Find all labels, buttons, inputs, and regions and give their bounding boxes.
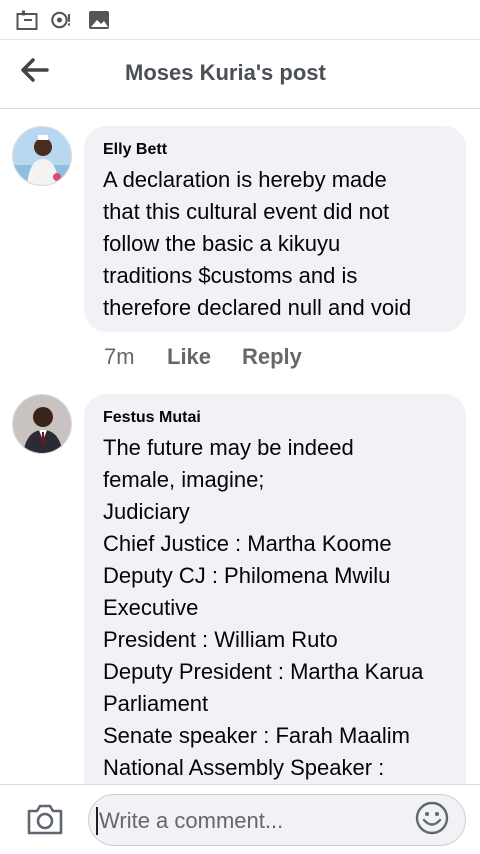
comment-text-line: National Assembly Speaker : (103, 755, 385, 780)
comment-text-line: Executive (103, 595, 199, 620)
comment-text-line: A declaration is hereby made (103, 167, 387, 192)
comment-text-line: Deputy CJ : Philomena Mwilu (103, 563, 391, 588)
comment-text-line: Parliament (103, 691, 209, 716)
comment-text-line: Senate speaker : Farah Maalim (103, 723, 410, 748)
comment-timestamp: 7m (104, 344, 135, 369)
comment-composer: Write a comment... (0, 784, 480, 854)
post-header: Moses Kuria's post (0, 41, 480, 109)
avatar[interactable] (12, 394, 72, 454)
comment-author[interactable]: Elly Bett (103, 140, 448, 160)
page-title: Moses Kuria's post (125, 60, 326, 85)
back-arrow-icon[interactable] (18, 55, 54, 85)
comment-bubble: Festus Mutai The future may be indeed fe… (84, 394, 466, 814)
comment-text-line: Chief Justice : Martha Koome (103, 531, 392, 556)
gallery-icon (89, 11, 109, 29)
text-cursor (96, 807, 98, 835)
emoji-icon[interactable] (414, 800, 450, 836)
comment-text-line: The future may be indeed (103, 435, 354, 460)
cast-notification-icon (51, 11, 71, 29)
comment-text-line: therefore declared null and void (103, 295, 412, 320)
comment-text-line: President : William Ruto (103, 627, 338, 652)
comment-text-line: that this cultural event did not (103, 199, 390, 224)
avatar[interactable] (12, 126, 72, 186)
status-bar (0, 0, 480, 40)
comment-text-line: Judiciary (103, 499, 190, 524)
reply-button[interactable]: Reply (242, 344, 302, 370)
like-button[interactable]: Like (167, 344, 211, 370)
comment-input-placeholder: Write a comment... (99, 808, 284, 833)
camera-icon[interactable] (26, 802, 64, 836)
comment-text-line: follow the basic a kikuyu (103, 231, 341, 256)
comment-bubble: Elly Bett A declaration is hereby made t… (84, 126, 466, 332)
comment-text-line: Deputy President : Martha Karua (103, 659, 424, 684)
comment-text-line: female, imagine; (103, 467, 265, 492)
comment-author[interactable]: Festus Mutai (103, 408, 448, 428)
comment-text-line: traditions $customs and is (103, 263, 358, 288)
calendar-icon (16, 10, 38, 30)
